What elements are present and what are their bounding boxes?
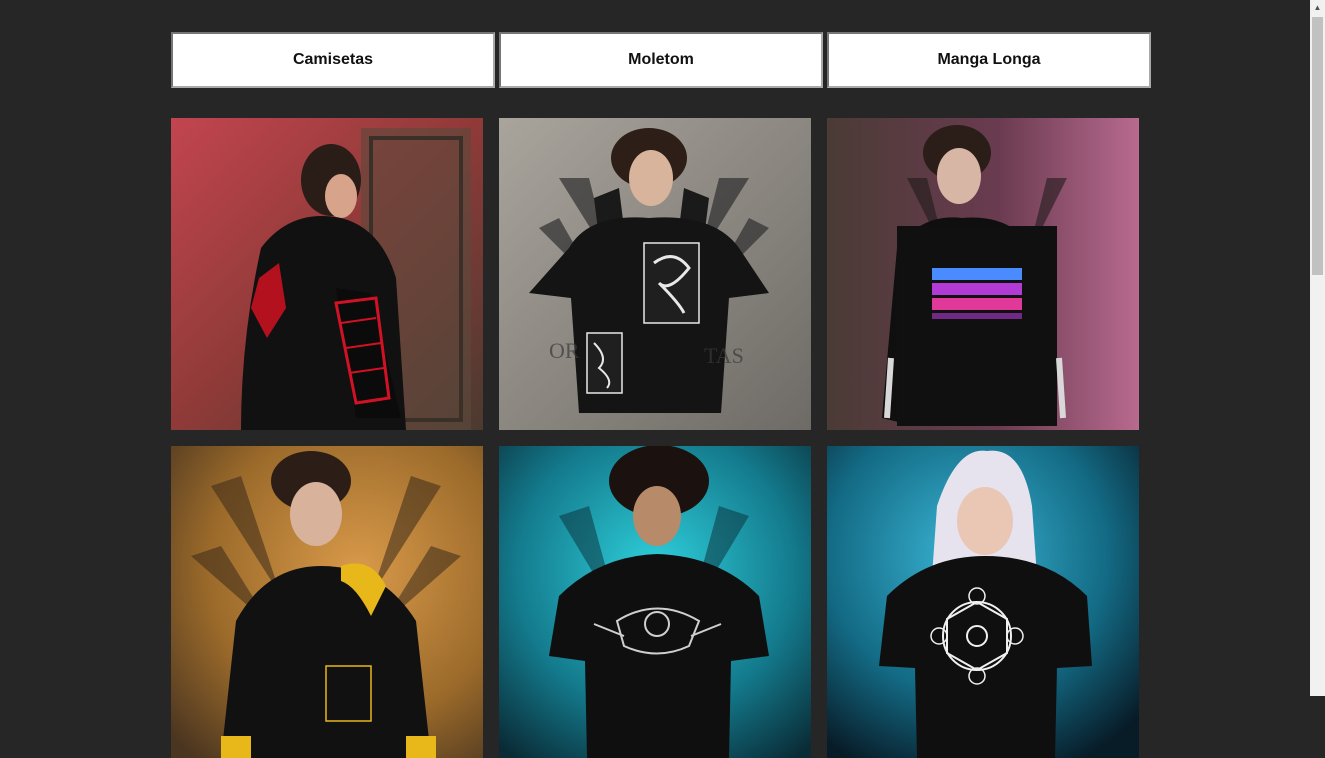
product-card-6[interactable]: [827, 446, 1139, 758]
filter-moletom-button[interactable]: Moletom: [499, 32, 823, 88]
category-filter-bar: Camisetas Moletom Manga Longa: [171, 32, 1151, 88]
product-image-1: [171, 118, 483, 430]
scroll-up-arrow-icon[interactable]: ▲: [1310, 0, 1325, 15]
filter-manga-longa-button[interactable]: Manga Longa: [827, 32, 1151, 88]
vertical-scrollbar[interactable]: ▲: [1310, 0, 1325, 696]
product-card-3[interactable]: [827, 118, 1139, 430]
product-image-4: [171, 446, 483, 758]
product-image-3: [827, 118, 1139, 430]
filter-camisetas-button[interactable]: Camisetas: [171, 32, 495, 88]
product-image-2: OR TAS: [499, 118, 811, 430]
product-image-6: [827, 446, 1139, 758]
product-card-2[interactable]: OR TAS: [499, 118, 811, 430]
product-card-4[interactable]: [171, 446, 483, 758]
svg-text:TAS: TAS: [704, 343, 744, 368]
svg-text:OR: OR: [549, 338, 580, 363]
product-card-5[interactable]: [499, 446, 811, 758]
scroll-thumb[interactable]: [1312, 17, 1323, 275]
product-card-1[interactable]: [171, 118, 483, 430]
product-image-5: [499, 446, 811, 758]
page: Camisetas Moletom Manga Longa OR TAS: [0, 0, 1310, 758]
